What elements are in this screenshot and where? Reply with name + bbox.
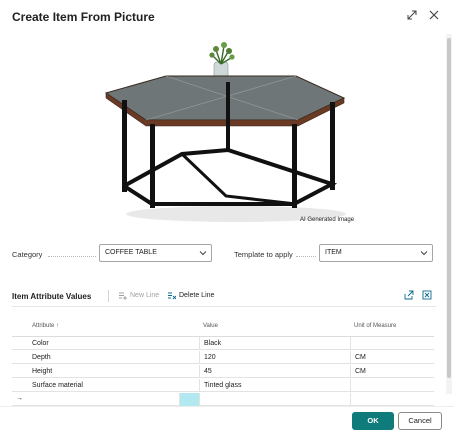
table-row[interactable]: Height 45 CM	[12, 365, 434, 378]
attribute-cell[interactable]: Depth	[28, 351, 199, 364]
unit-cell[interactable]: CM	[350, 351, 434, 364]
value-cell[interactable]	[199, 393, 350, 406]
delete-line-button[interactable]: Delete Line	[167, 291, 214, 300]
new-line-label: New Line	[130, 292, 160, 299]
chevron-down-icon	[199, 251, 207, 256]
attribute-cell[interactable]: Height	[28, 365, 199, 378]
selected-cell[interactable]	[179, 393, 199, 406]
table-row[interactable]: Depth 120 CM	[12, 351, 434, 364]
category-dots	[48, 256, 96, 257]
table-row[interactable]: Surface material Tinted glass	[12, 379, 434, 392]
column-value[interactable]: Value	[203, 323, 218, 329]
category-value: COFFEE TABLE	[105, 249, 157, 256]
unit-cell[interactable]	[350, 393, 434, 406]
template-value: ITEM	[325, 249, 342, 256]
grid-header: Attribute ↑ Value Unit of Measure	[12, 320, 434, 336]
new-row-marker: →	[16, 395, 23, 402]
picture-caption: AI Generated Image	[300, 217, 355, 223]
attributes-header: Item Attribute Values New Line Delete Li…	[12, 287, 436, 307]
dialog-footer: OK Cancel	[0, 406, 454, 440]
table-row[interactable]: Color Black	[12, 337, 434, 350]
excel-icon[interactable]	[422, 290, 432, 300]
delete-line-label: Delete Line	[179, 292, 215, 299]
template-label: Template to apply	[234, 250, 293, 259]
cancel-button[interactable]: Cancel	[398, 412, 442, 430]
attributes-title: Item Attribute Values	[12, 292, 92, 301]
close-icon[interactable]	[428, 9, 440, 21]
title-bar: Create Item From Picture	[0, 0, 454, 34]
attribute-cell[interactable]	[28, 393, 179, 406]
value-cell[interactable]: Black	[199, 337, 350, 350]
attribute-cell[interactable]: Surface material	[28, 379, 199, 392]
fields-row: Category COFFEE TABLE Template to apply …	[12, 244, 436, 264]
title-icons	[406, 9, 440, 21]
category-label: Category	[12, 250, 43, 259]
expand-icon[interactable]	[406, 9, 418, 21]
divider	[108, 290, 109, 302]
grid-body: Color Black Depth 120 CM Height 45 CM Su…	[12, 336, 434, 406]
scroll-thumb[interactable]	[447, 38, 451, 378]
value-cell[interactable]: 45	[199, 365, 350, 378]
unit-cell[interactable]: CM	[350, 365, 434, 378]
new-table-row[interactable]: →	[12, 393, 434, 406]
column-attribute[interactable]: Attribute ↑	[32, 323, 59, 329]
value-cell[interactable]: 120	[199, 351, 350, 364]
share-icon[interactable]	[404, 290, 414, 300]
delete-line-icon	[168, 292, 176, 300]
dialog-title: Create Item From Picture	[12, 10, 155, 24]
column-unit[interactable]: Unit of Measure	[354, 323, 396, 329]
attribute-cell[interactable]: Color	[28, 337, 199, 350]
template-select[interactable]: ITEM	[319, 244, 433, 262]
create-item-dialog: Create Item From Picture AI Generated Im…	[0, 0, 454, 440]
category-select[interactable]: COFFEE TABLE	[99, 244, 212, 262]
unit-cell[interactable]	[350, 337, 434, 350]
unit-cell[interactable]	[350, 379, 434, 392]
new-line-icon	[119, 292, 127, 300]
scrollbar[interactable]	[446, 34, 452, 394]
chevron-down-icon	[420, 251, 428, 256]
value-cell[interactable]: Tinted glass	[199, 379, 350, 392]
item-picture	[104, 42, 346, 222]
ok-button[interactable]: OK	[352, 412, 394, 430]
template-dots	[296, 256, 316, 257]
new-line-button[interactable]: New Line	[118, 291, 159, 300]
